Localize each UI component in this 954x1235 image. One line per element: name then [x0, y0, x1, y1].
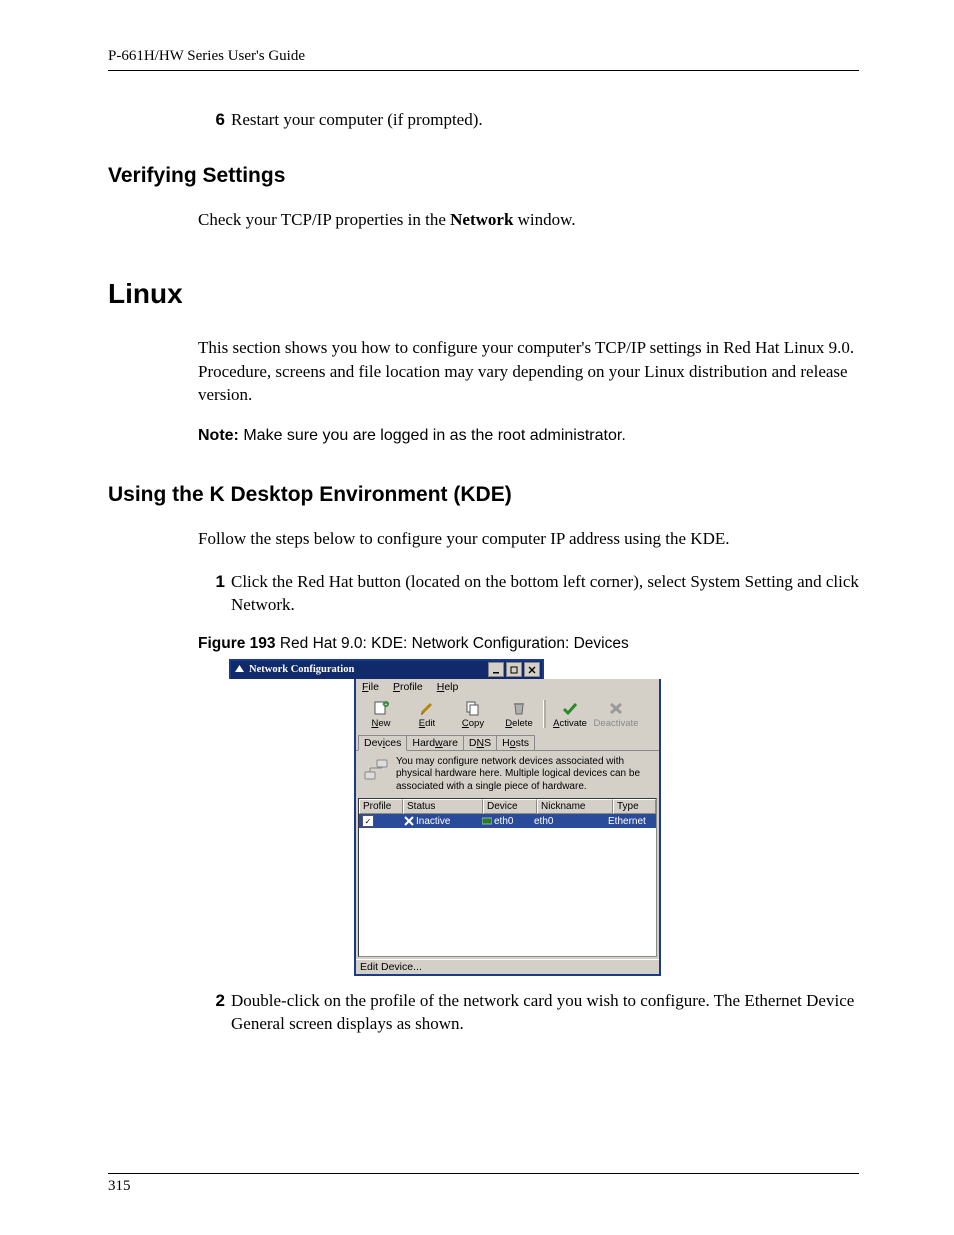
toolbar-deactivate-button[interactable]: Deactivate — [593, 698, 639, 730]
kde-intro: Follow the steps below to configure your… — [198, 527, 859, 551]
close-button[interactable] — [524, 662, 540, 677]
linux-paragraph: This section shows you how to configure … — [198, 336, 859, 407]
text-bold: Network — [231, 595, 290, 614]
text-fragment: Check your TCP/IP properties in the — [198, 210, 450, 229]
tab-hosts[interactable]: Hosts — [496, 735, 535, 750]
col-type[interactable]: Type — [613, 799, 656, 814]
toolbar-activate-button[interactable]: Activate — [547, 698, 593, 730]
page-footer: 315 — [108, 1173, 859, 1195]
cell-status: Inactive — [401, 814, 479, 828]
deactivate-icon — [606, 699, 626, 717]
figure-caption: Figure 193 Red Hat 9.0: KDE: Network Con… — [198, 635, 859, 653]
edit-icon — [417, 699, 437, 717]
text-bold-network: Network — [450, 210, 513, 229]
text-bold: System Setting — [690, 572, 792, 591]
copy-icon — [463, 699, 483, 717]
step-text: Restart your computer (if prompted). — [231, 109, 859, 132]
text-fragment: Click the Red Hat button (located on the… — [231, 572, 690, 591]
col-nickname[interactable]: Nickname — [537, 799, 613, 814]
text-fragment: window. — [513, 210, 575, 229]
minimize-button[interactable] — [488, 662, 504, 677]
status-inactive-icon — [404, 816, 414, 826]
toolbar-copy-button[interactable]: Copy — [450, 698, 496, 730]
window-titlebar[interactable]: Network Configuration — [229, 659, 544, 679]
toolbar: + New Edit Copy Delete — [356, 696, 659, 732]
info-text: You may configure network devices associ… — [396, 756, 653, 794]
toolbar-separator — [543, 700, 546, 728]
menu-file[interactable]: File — [362, 681, 379, 693]
note-text: Make sure you are logged in as the root … — [239, 427, 626, 444]
figure-network-configuration: Network Configuration File Profile Help … — [231, 659, 542, 977]
toolbar-new-button[interactable]: + New — [358, 698, 404, 730]
step-6: 6 Restart your computer (if prompted). — [203, 109, 859, 132]
note-label: Note: — [198, 427, 239, 444]
step-text: Double-click on the profile of the netwo… — [231, 990, 859, 1036]
cell-nickname: eth0 — [531, 814, 605, 828]
step-number: 2 — [203, 990, 225, 1036]
maximize-button[interactable] — [506, 662, 522, 677]
new-icon: + — [371, 699, 391, 717]
table-empty-area — [358, 828, 657, 957]
activate-icon — [560, 699, 580, 717]
heading-kde: Using the K Desktop Environment (KDE) — [108, 483, 859, 507]
table-header: Profile Status Device Nickname Type — [359, 799, 656, 814]
toolbar-edit-button[interactable]: Edit — [404, 698, 450, 730]
step-number: 6 — [203, 109, 225, 132]
step-text: Click the Red Hat button (located on the… — [231, 571, 859, 617]
verify-text: Check your TCP/IP properties in the Netw… — [198, 208, 859, 232]
menu-profile[interactable]: Profile — [393, 681, 423, 693]
col-profile[interactable]: Profile — [359, 799, 403, 814]
profile-checkbox-icon[interactable]: ✓ — [362, 815, 374, 827]
tab-bar: Devices Hardware DNS Hosts — [356, 732, 659, 751]
menu-bar: File Profile Help — [356, 679, 659, 696]
cell-type: Ethernet — [605, 814, 656, 828]
heading-linux: Linux — [108, 278, 859, 310]
figure-label: Figure 193 — [198, 635, 276, 652]
menu-help[interactable]: Help — [437, 681, 459, 693]
tab-devices[interactable]: Devices — [358, 735, 407, 751]
device-text: eth0 — [494, 816, 513, 827]
text-fragment: and click — [793, 572, 859, 591]
heading-verifying-settings: Verifying Settings — [108, 164, 859, 188]
window-system-icon — [233, 664, 245, 676]
cell-device: eth0 — [479, 814, 531, 828]
delete-icon — [509, 699, 529, 717]
window-title: Network Configuration — [249, 664, 488, 675]
tab-hardware[interactable]: Hardware — [406, 735, 464, 750]
network-devices-icon — [362, 756, 390, 794]
device-table: Profile Status Device Nickname Type ✓ In… — [358, 798, 657, 828]
note-root-admin: Note: Make sure you are logged in as the… — [198, 427, 859, 445]
info-panel: You may configure network devices associ… — [356, 751, 659, 799]
figure-caption-text: Red Hat 9.0: KDE: Network Configuration:… — [276, 635, 629, 652]
col-status[interactable]: Status — [403, 799, 483, 814]
step-2: 2 Double-click on the profile of the net… — [203, 990, 859, 1036]
table-row[interactable]: ✓ Inactive eth0 eth0 Ethernet — [359, 814, 656, 828]
toolbar-delete-button[interactable]: Delete — [496, 698, 542, 730]
status-bar: Edit Device... — [356, 959, 659, 974]
step-number: 1 — [203, 571, 225, 617]
page-number: 315 — [108, 1178, 131, 1194]
col-device[interactable]: Device — [483, 799, 537, 814]
step-1: 1 Click the Red Hat button (located on t… — [203, 571, 859, 617]
text-fragment: Double-click on the profile of the netwo… — [231, 991, 744, 1010]
running-header: P-661H/HW Series User's Guide — [108, 48, 859, 71]
tab-dns[interactable]: DNS — [463, 735, 497, 750]
text-fragment: screen displays as shown. — [285, 1014, 464, 1033]
cell-profile: ✓ — [359, 814, 401, 828]
nic-icon — [482, 817, 492, 826]
text-fragment: . — [290, 595, 294, 614]
svg-text:+: + — [385, 702, 388, 708]
status-text: Inactive — [416, 816, 450, 827]
